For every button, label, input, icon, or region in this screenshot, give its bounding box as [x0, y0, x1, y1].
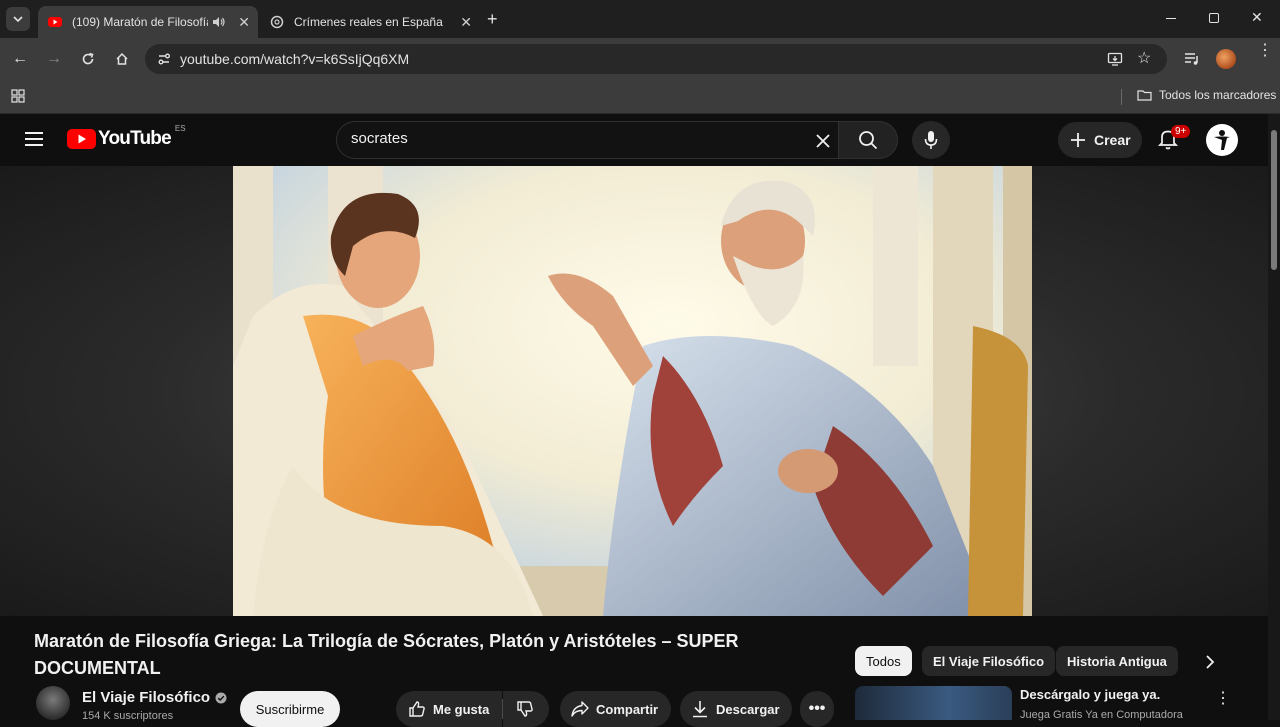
download-label: Descargar — [716, 701, 780, 717]
chip-label: Historia Antigua — [1067, 653, 1167, 669]
channel-info: El Viaje Filosófico 154 K suscriptores — [82, 689, 227, 722]
ad-info: Descárgalo y juega ya. Juega Gratis Ya e… — [1020, 687, 1183, 721]
voice-search-button[interactable] — [912, 121, 950, 159]
audio-playing-icon[interactable] — [212, 16, 226, 28]
folder-icon — [1137, 90, 1152, 101]
download-button[interactable]: Descargar — [680, 691, 792, 727]
region-code: ES — [174, 123, 186, 133]
like-label: Me gusta — [433, 701, 490, 717]
video-player[interactable] — [0, 166, 1268, 616]
bookmark-star-icon[interactable]: ☆ — [1137, 48, 1151, 68]
guide-menu-icon[interactable] — [25, 132, 43, 146]
media-controls-icon[interactable] — [1184, 52, 1200, 66]
bookmarks-divider — [1121, 89, 1122, 105]
thumbs-up-icon — [409, 701, 425, 717]
forward-arrow-icon[interactable]: → — [44, 49, 64, 69]
share-arrow-icon — [571, 701, 589, 717]
more-horizontal-icon: ••• — [808, 700, 826, 717]
search-box[interactable] — [336, 121, 838, 159]
share-label: Compartir — [596, 701, 659, 717]
search-input[interactable] — [351, 130, 791, 147]
scrollbar-thumb[interactable] — [1271, 130, 1277, 270]
clear-search-icon[interactable] — [815, 133, 831, 149]
like-button[interactable]: Me gusta — [396, 691, 502, 727]
video-frame[interactable] — [233, 166, 1032, 616]
chip-label: El Viaje Filosófico — [933, 653, 1045, 669]
share-button[interactable]: Compartir — [560, 691, 671, 727]
chips-next-button[interactable] — [1196, 652, 1224, 672]
chatgpt-favicon-icon — [270, 15, 284, 29]
site-settings-icon[interactable] — [157, 52, 171, 66]
youtube-play-logo-icon — [67, 129, 96, 149]
back-arrow-icon[interactable]: ← — [10, 49, 30, 69]
tab-label: Crímenes reales en España — [294, 15, 443, 29]
chip-label: Todos — [866, 653, 901, 669]
channel-name[interactable]: El Viaje Filosófico — [82, 689, 210, 706]
subscriber-count: 154 K suscriptores — [82, 710, 174, 722]
download-icon — [693, 701, 707, 718]
chip-channel[interactable]: El Viaje Filosófico — [922, 646, 1056, 676]
microphone-icon — [924, 131, 938, 149]
notifications-button[interactable]: 9+ — [1157, 125, 1191, 152]
notification-count-badge: 9+ — [1171, 125, 1191, 138]
ad-title[interactable]: Descárgalo y juega ya. — [1020, 687, 1183, 702]
chip-historia-antigua[interactable]: Historia Antigua — [1056, 646, 1178, 676]
close-window-icon[interactable]: ✕ — [1251, 9, 1263, 26]
url-text: youtube.com/watch?v=k6SsIjQq6XM — [180, 51, 410, 67]
search-button[interactable] — [838, 121, 898, 159]
more-actions-button[interactable]: ••• — [800, 691, 834, 727]
search-icon — [859, 131, 878, 150]
subscribe-label: Suscribirme — [255, 701, 325, 717]
tab-label: (109) Maratón de Filosofía G — [72, 15, 208, 29]
new-tab-button[interactable]: + — [487, 9, 498, 30]
subscribe-button[interactable]: Suscribirme — [240, 691, 340, 727]
close-tab-icon[interactable]: ✕ — [238, 14, 250, 31]
page-scrollbar[interactable] — [1268, 114, 1280, 720]
tab-search-button[interactable] — [6, 7, 30, 31]
chevron-down-icon — [13, 16, 23, 23]
chip-todos[interactable]: Todos — [855, 646, 912, 676]
profile-avatar[interactable] — [1216, 49, 1236, 69]
address-bar[interactable]: youtube.com/watch?v=k6SsIjQq6XM ☆ — [145, 44, 1167, 74]
ad-thumbnail[interactable] — [855, 686, 1012, 720]
youtube-masthead: YouTube ES Crear 9+ — [0, 114, 1268, 166]
apps-grid-icon[interactable] — [11, 89, 25, 103]
channel-avatar-icon — [1214, 130, 1230, 150]
youtube-favicon-icon — [48, 17, 62, 27]
verified-badge-icon — [215, 692, 227, 703]
bookmarks-bar: Todos los marcadores — [0, 80, 1280, 114]
dislike-button[interactable] — [503, 691, 549, 727]
plus-icon — [1071, 133, 1085, 147]
home-icon[interactable] — [112, 49, 132, 69]
restore-window-icon[interactable] — [1209, 13, 1219, 23]
channel-avatar[interactable] — [36, 686, 70, 720]
reload-icon[interactable] — [78, 49, 98, 69]
video-title: Maratón de Filosofía Griega: La Trilogía… — [34, 631, 739, 678]
tab-crimenes[interactable]: Crímenes reales en España ✕ — [260, 6, 480, 38]
all-bookmarks-button[interactable]: Todos los marcadores — [1137, 88, 1276, 102]
close-tab-icon[interactable]: ✕ — [460, 14, 472, 31]
youtube-logo-text: YouTube — [98, 128, 172, 149]
create-label: Crear — [1094, 132, 1131, 148]
create-button[interactable]: Crear — [1058, 122, 1142, 158]
thumbs-down-icon — [517, 701, 533, 717]
account-avatar[interactable] — [1206, 124, 1238, 156]
chevron-right-icon — [1206, 655, 1215, 669]
ad-subtitle: Juega Gratis Ya en Computadora — [1020, 709, 1183, 721]
all-bookmarks-label: Todos los marcadores — [1159, 88, 1277, 102]
video-thumbnail-illustration — [233, 166, 1032, 616]
browser-toolbar: ← → youtube.com/watch?v=k6SsIjQq6XM ☆ ⋮ — [0, 38, 1280, 80]
youtube-logo[interactable]: YouTube ES — [67, 124, 186, 150]
minimize-window-icon[interactable] — [1166, 10, 1178, 22]
browser-menu-icon[interactable]: ⋮ — [1257, 43, 1273, 59]
browser-tab-bar: (109) Maratón de Filosofía G ✕ Crímenes … — [0, 0, 1280, 38]
install-app-icon[interactable] — [1107, 51, 1123, 67]
ad-menu-icon[interactable]: ⋮ — [1215, 688, 1231, 708]
tab-youtube-video[interactable]: (109) Maratón de Filosofía G ✕ — [38, 6, 258, 38]
